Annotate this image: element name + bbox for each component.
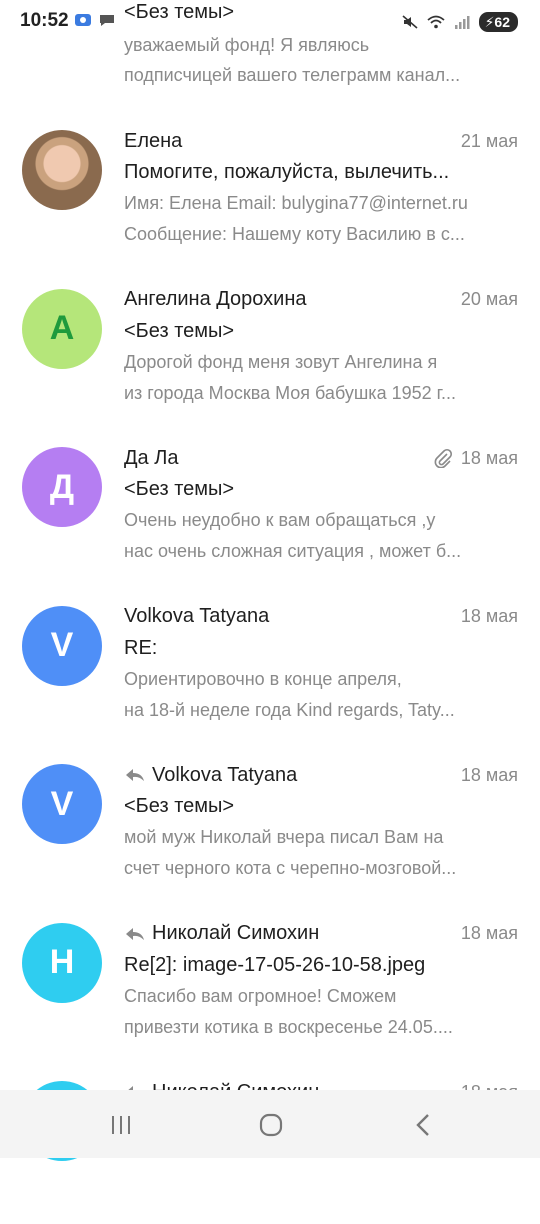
- mail-preview-line: Спасибо вам огромное! Сможем: [124, 985, 397, 1006]
- list-item[interactable]: Елена 21 мая Помогите, пожалуйста, вылечит…: [0, 114, 540, 273]
- avatar: Д: [22, 447, 102, 527]
- mute-icon: [402, 15, 418, 29]
- avatar: V: [22, 764, 102, 844]
- list-item[interactable]: V Volkova Tatyana 18 мая RE: Ориентировочно …: [0, 590, 540, 749]
- mail-subject: <Без темы>: [124, 795, 235, 817]
- mail-preview-line: мой муж Николай вчера писал Вам на: [124, 827, 444, 847]
- list-item[interactable]: Д Да Ла 18 мая <Без темы> Очень неудобно к в…: [0, 431, 540, 590]
- avatar: А: [22, 288, 102, 369]
- home-button[interactable]: [256, 1110, 286, 1140]
- recent-apps-icon: [112, 1116, 130, 1134]
- mail-preview-line: подписчицей вашего телеграмм канал...: [124, 65, 461, 85]
- wifi-icon: [426, 15, 445, 29]
- status-time: 10:52: [18, 10, 71, 32]
- home-icon: [259, 1113, 283, 1137]
- battery-level: 62: [494, 14, 510, 30]
- mail-header-row: Да Ла 18 мая: [124, 443, 518, 473]
- mail-preview-line: Ориентировочно в конце апреля,: [124, 668, 402, 689]
- reply-icon: [126, 927, 144, 940]
- mail-sender: Volkova Tatyana: [152, 763, 298, 786]
- mail-sender: Да Ла: [124, 446, 179, 469]
- mail-header-row: Volkova Tatyana 18 мая: [124, 760, 518, 790]
- mail-preview-line: из города Москва Моя бабушка 1952 г...: [124, 382, 456, 403]
- avatar-letter: Н: [49, 943, 75, 981]
- mail-header-row: Volkova Tatyana 18 мая: [124, 602, 518, 632]
- mail-date: 18 мая: [460, 764, 518, 785]
- mail-date: 21 мая: [460, 130, 518, 151]
- mail-preview-line: Имя: Елена Email: bulygina77@internet.ru: [124, 193, 468, 213]
- mail-subject: <Без темы>: [124, 319, 235, 342]
- mail-preview: мой муж Николай вчера писал Вам на счет ч…: [124, 822, 516, 884]
- avatar-letter: V: [50, 626, 74, 664]
- mail-preview-line: на 18-й неделе года Kind regards, Taty..…: [124, 699, 455, 720]
- list-item[interactable]: Н Николай Симохин 18 мая Re[2]: image-17-05…: [0, 907, 540, 1066]
- mail-preview: Спасибо вам огромное! Сможем привезти кот…: [124, 981, 516, 1043]
- chat-icon: [100, 15, 114, 26]
- avatar-letter: Д: [49, 467, 75, 506]
- mail-preview-line: Дорогой фонд меня зовут Ангелина я: [124, 351, 438, 372]
- mail-subject: Помогите, пожалуйста, вылечить...: [124, 161, 450, 183]
- mail-preview-line: привезти котика в воскресенье 24.05....: [124, 1016, 453, 1037]
- mail-subject: RE:: [124, 636, 158, 659]
- back-icon: [416, 1114, 429, 1136]
- mail-header-row: Николай Симохин 18 мая: [124, 919, 518, 949]
- charging-icon: ⚡: [484, 13, 495, 30]
- avatar: Н: [22, 922, 102, 1003]
- mail-date: 18 мая: [460, 923, 518, 943]
- status-notification-icons: [74, 12, 116, 28]
- back-button[interactable]: [408, 1110, 438, 1140]
- status-right-icons: ⚡ 62: [396, 10, 522, 34]
- mail-date: 20 мая: [460, 289, 518, 309]
- signal-icon: [454, 16, 470, 29]
- mail-list: Елена 21 мая Помогите, пожалуйста, вылечит…: [0, 114, 540, 1224]
- avatar-letter: А: [49, 309, 75, 347]
- mail-header-row: Елена 21 мая: [124, 126, 518, 156]
- mail-sender: Николай Симохин: [152, 922, 320, 944]
- attachment-icon: [434, 448, 452, 468]
- avatar-letter: V: [50, 784, 74, 823]
- mail-header-row: Ангелина Дорохина 20 мая: [124, 285, 518, 315]
- mail-subject: <Без темы>: [124, 478, 235, 500]
- screenshot-icon: [75, 14, 91, 26]
- mail-sender: Ангелина Дорохина: [124, 288, 307, 310]
- navigation-bar: [0, 1090, 540, 1158]
- status-bar: 10:52 ⚡ 62: [0, 0, 540, 46]
- mail-date: 18 мая: [460, 606, 518, 626]
- mail-preview: Дорогой фонд меня зовут Ангелина я из гор…: [124, 347, 516, 409]
- reply-icon: [126, 769, 144, 781]
- mail-subject: Re[2]: image-17-05-26-10-58.jpeg: [124, 953, 426, 976]
- list-item[interactable]: V Volkova Tatyana 18 мая <Без темы> мой муж …: [0, 748, 540, 907]
- recent-apps-button[interactable]: [106, 1110, 136, 1140]
- mail-preview-line: нас очень сложная ситуация , может б...: [124, 541, 462, 561]
- mail-preview: Имя: Елена Email: bulygina77@internet.ru…: [124, 188, 516, 250]
- mail-preview-line: счет черного кота с черепно-мозговой...: [124, 858, 457, 878]
- mail-preview-line: Сообщение: Нашему коту Василию в с...: [124, 224, 465, 244]
- mail-sender: Volkova Tatyana: [124, 605, 270, 627]
- mail-preview-line: Очень неудобно к вам обращаться ,у: [124, 510, 436, 530]
- battery-indicator: ⚡ 62: [478, 12, 518, 32]
- list-item[interactable]: А Ангелина Дорохина 20 мая <Без темы> Дорого…: [0, 273, 540, 432]
- avatar: [22, 130, 102, 210]
- mail-preview: Ориентировочно в конце апреля, на 18-й не…: [124, 664, 516, 726]
- mail-date: 18 мая: [460, 447, 518, 468]
- avatar: V: [22, 605, 102, 686]
- mail-preview: Очень неудобно к вам обращаться ,у нас оч…: [124, 505, 516, 567]
- mail-sender: Елена: [124, 129, 183, 152]
